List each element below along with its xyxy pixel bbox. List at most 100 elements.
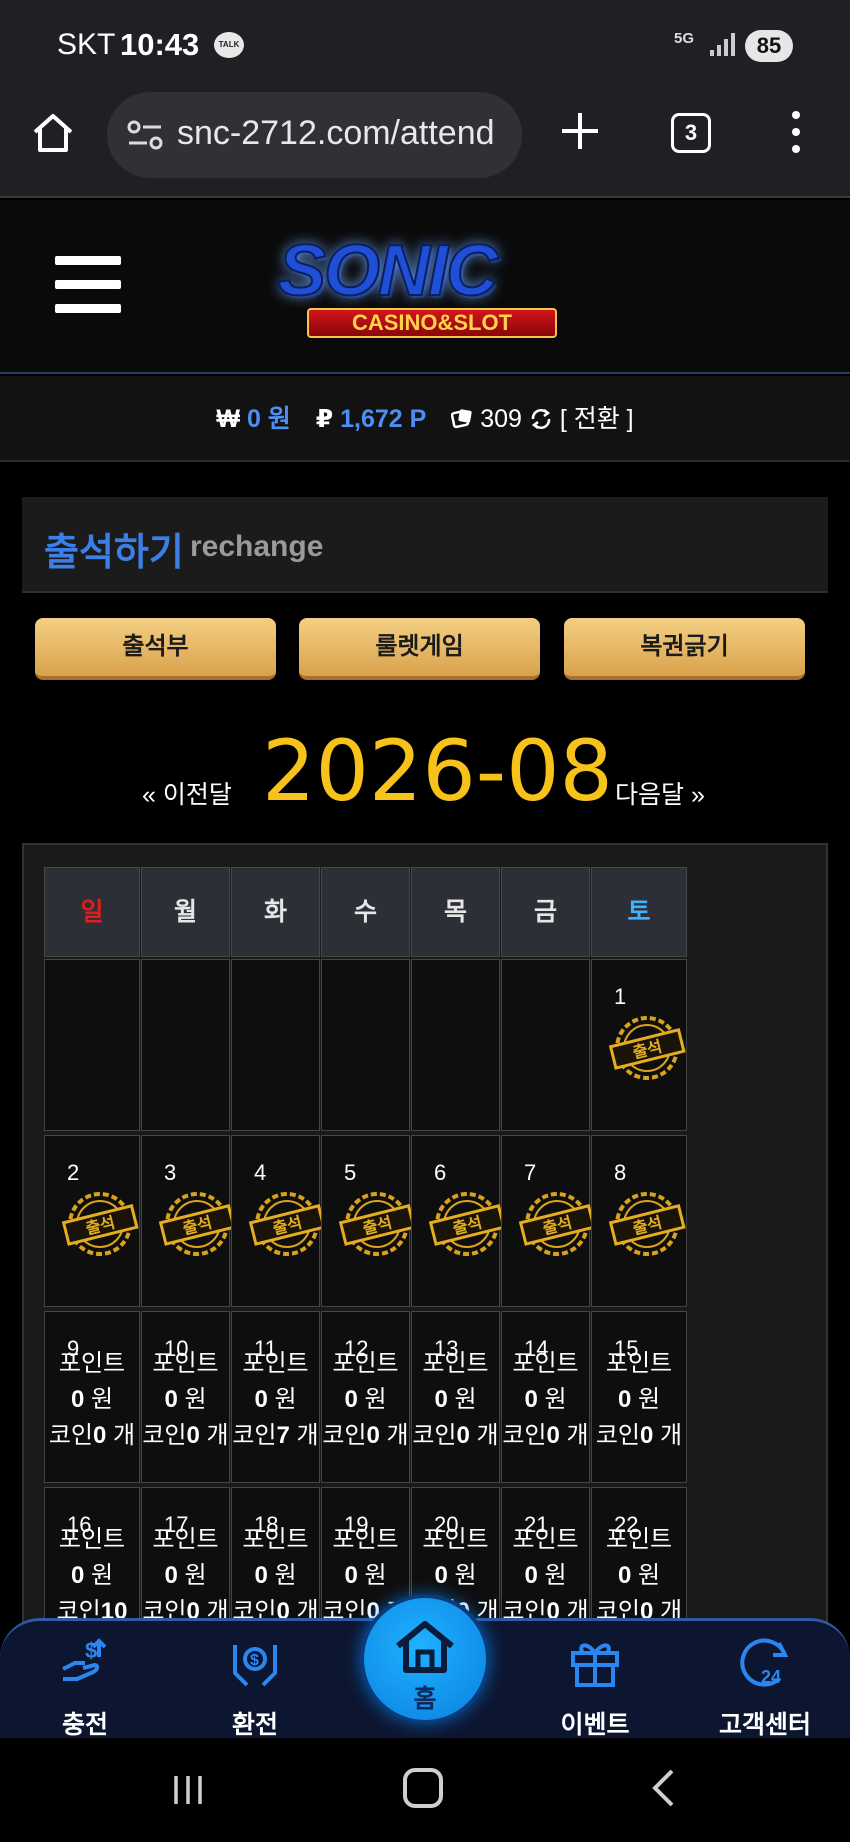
network-type: 5G [674, 30, 695, 47]
url-text[interactable]: snc-2712.com/attend [177, 114, 495, 153]
calendar-day-cell: 8 출석 [591, 1135, 687, 1307]
nav-exchange[interactable]: $ 환전 [195, 1633, 315, 1739]
coin-icon [451, 409, 472, 429]
site-logo[interactable]: SONIC CASINO&SLOT [262, 216, 598, 342]
attendance-stamp-icon: 출석 [608, 1016, 686, 1080]
point-balance: ₽ 1,672 P [316, 376, 427, 462]
calendar-day-cell [231, 959, 320, 1131]
charge-icon: $ [62, 1638, 107, 1681]
next-month-link[interactable]: 다음달 » [615, 775, 705, 811]
won-amount: 0 원 [617, 1386, 661, 1413]
browser-toolbar: snc-2712.com/attend 3 [0, 92, 850, 198]
attendance-stamp-icon: 출석 [61, 1192, 139, 1256]
nav-home-button[interactable]: 홈 [360, 1594, 490, 1724]
won-amount: 0 원 [164, 1562, 207, 1589]
point-label: 포인트 [422, 1350, 489, 1377]
address-bar[interactable]: snc-2712.com/attend [107, 92, 522, 178]
won-amount: 0 원 [70, 1386, 114, 1413]
won-amount: 0 원 [254, 1562, 297, 1589]
day-number: 4 [254, 1160, 267, 1185]
attendance-stamp-icon: 출석 [338, 1192, 416, 1256]
coin-amount: 코인0 개 [595, 1422, 683, 1449]
calendar-day-cell: 11 포인트 0 원 코인7 개 [231, 1311, 320, 1483]
attendance-tab-button[interactable]: 출석부 [35, 618, 276, 680]
day-reward-info: 포인트0 원코인0 개 [322, 1346, 409, 1454]
day-reward-info: 포인트0 원코인0 개 [142, 1346, 229, 1454]
calendar-day-cell [44, 959, 140, 1131]
calendar-day-cell: 12 포인트 0 원 코인0 개 [321, 1311, 410, 1483]
nav-support[interactable]: 24 고객센터 [705, 1633, 825, 1739]
nav-charge[interactable]: $ 충전 [25, 1633, 145, 1739]
weekday-header: 수 [321, 867, 410, 957]
point-label: 포인트 [332, 1350, 399, 1377]
won-amount: 0 원 [344, 1562, 387, 1589]
money-balance: ₩ 0 원 [216, 376, 290, 462]
day-reward-info: 포인트0 원코인0 개 [502, 1522, 589, 1630]
coin-amount: 코인7 개 [232, 1422, 319, 1449]
day-reward-info: 포인트 0 원 코인7 개 [232, 1346, 319, 1454]
home-icon[interactable] [30, 110, 76, 156]
attendance-stamp-icon: 출석 [608, 1192, 686, 1256]
won-amount: 0 원 [70, 1562, 114, 1589]
status-bar: SKT 10:43 TALK 5G 85 [0, 0, 850, 92]
lottery-tab-button[interactable]: 복권긁기 [564, 618, 805, 680]
point-icon: ₽ [315, 405, 334, 433]
point-label: 포인트 [152, 1526, 219, 1553]
day-reward-info: 포인트0 원코인0 개 [232, 1522, 319, 1630]
point-label: 포인트 [152, 1350, 219, 1377]
more-menu-icon[interactable] [785, 110, 807, 154]
calendar-day-cell: 6 출석 [411, 1135, 506, 1307]
won-amount: 0 원 [434, 1562, 477, 1589]
nav-home-label: 홈 [413, 1685, 437, 1713]
gift-icon [571, 1643, 619, 1687]
point-label: 포인트 [605, 1350, 673, 1377]
calendar-day-cell: 15 포인트 0 원 코인0 개 [591, 1311, 687, 1483]
coin-amount: 코인0 개 [412, 1422, 499, 1449]
won-amount: 0 원 [344, 1386, 387, 1413]
day-reward-info: 포인트0 원코인0 개 [502, 1346, 589, 1454]
balance-bar: ₩ 0 원 ₽ 1,672 P 309 [ 전환 ] [0, 376, 850, 462]
hamburger-menu-icon[interactable] [55, 256, 121, 314]
weekday-header: 화 [231, 867, 320, 957]
calendar-day-cell: 9 포인트 0 원 코인0 개 [44, 1311, 140, 1483]
house-icon [396, 1621, 454, 1673]
system-home-icon[interactable] [403, 1768, 443, 1808]
won-amount: 0 원 [524, 1386, 567, 1413]
tab-switcher-button[interactable]: 3 [671, 113, 711, 153]
weekday-header: 목 [411, 867, 500, 957]
weekday-header: 월 [141, 867, 230, 957]
kakaotalk-icon: TALK [214, 32, 244, 58]
attendance-stamp-icon: 출석 [158, 1192, 236, 1256]
section-heading: 출석하기 rechange [22, 497, 828, 593]
prev-month-link[interactable]: « 이전달 [142, 775, 232, 811]
new-tab-icon[interactable] [558, 109, 602, 153]
calendar-day-cell: 7 출석 [501, 1135, 596, 1307]
day-number: 5 [344, 1160, 357, 1185]
weekday-header: 토 [591, 867, 687, 957]
won-amount: 0 원 [254, 1386, 297, 1413]
svg-text:$: $ [85, 1638, 97, 1663]
logo-title: SONIC [277, 230, 499, 312]
refresh-icon[interactable] [529, 407, 553, 431]
convert-button[interactable]: [ 전환 ] [560, 405, 634, 433]
attendance-calendar: 일 월 화 수 목 금 토 1 출석 2 출석 3 출석 4 출석 5 출석 6 출석 7 출석 8 출석 9 포인트 0 원 코인… [22, 843, 828, 1661]
calendar-day-cell [501, 959, 590, 1131]
attendance-stamp-icon: 출석 [428, 1192, 506, 1256]
carrier-name: SKT [57, 28, 116, 61]
day-reward-info: 포인트0 원코인0 개 [412, 1346, 499, 1454]
day-number: 8 [614, 1160, 627, 1185]
calendar-day-cell: 3 출석 [141, 1135, 236, 1307]
site-settings-icon[interactable] [125, 118, 165, 152]
recent-apps-icon[interactable] [170, 1772, 206, 1808]
won-amount: 0 원 [617, 1562, 661, 1589]
calendar-day-cell: 14 포인트 0 원 코인0 개 [501, 1311, 590, 1483]
calendar-day-cell [321, 959, 410, 1131]
day-number: 3 [164, 1160, 177, 1185]
roulette-tab-button[interactable]: 룰렛게임 [299, 618, 540, 680]
back-icon[interactable] [650, 1768, 676, 1808]
day-number: 6 [434, 1160, 447, 1185]
point-label: 포인트 [605, 1526, 673, 1553]
weekday-header: 금 [501, 867, 590, 957]
nav-exchange-label: 환전 [231, 1711, 278, 1739]
nav-event[interactable]: 이벤트 [535, 1633, 655, 1739]
